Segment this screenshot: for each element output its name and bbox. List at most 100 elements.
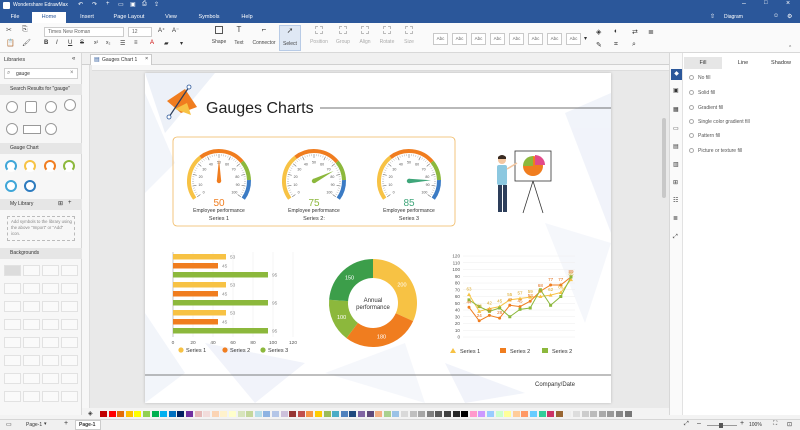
color-swatch[interactable] — [177, 411, 185, 417]
background-thumbnail[interactable] — [42, 337, 59, 348]
tab-shadow[interactable]: Shadow — [762, 57, 800, 69]
page-select[interactable]: Page-1 — [26, 422, 42, 428]
document-props-icon[interactable]: ▤ — [673, 143, 679, 150]
diagram-page[interactable]: Gauges Charts 01020304050607080901000102… — [145, 73, 611, 403]
tab-symbols[interactable]: Symbols — [192, 12, 226, 23]
background-thumbnail[interactable] — [23, 265, 40, 276]
document-tab[interactable]: ▤ Gauges Chart 1 × — [90, 54, 152, 65]
redo-icon[interactable]: ↷ — [92, 1, 97, 8]
color-swatch[interactable] — [573, 411, 580, 417]
picture-fill-radio[interactable] — [689, 148, 694, 153]
color-swatch[interactable] — [504, 411, 512, 417]
solid-fill-radio[interactable] — [689, 90, 694, 95]
vertical-scrollbar[interactable] — [662, 118, 666, 198]
backgrounds-header[interactable]: Backgrounds — [0, 248, 82, 259]
new-icon[interactable]: + — [106, 1, 110, 7]
color-swatch[interactable] — [289, 411, 297, 417]
style-preset-1[interactable]: Abc — [433, 33, 448, 45]
color-swatch[interactable] — [194, 411, 202, 417]
fullscreen-icon[interactable]: ⛶ — [773, 421, 777, 428]
gauge-chart-symbol-1[interactable] — [5, 160, 17, 172]
fill-icon[interactable]: ◈ — [596, 28, 601, 36]
fill-format-icon[interactable]: ◆ — [671, 69, 682, 80]
style-gallery-more-icon[interactable]: ▾ — [584, 35, 587, 42]
zoom-out-icon[interactable]: – — [697, 420, 701, 427]
background-thumbnail[interactable] — [61, 337, 78, 348]
color-swatch[interactable] — [280, 411, 288, 417]
clear-search-icon[interactable]: × — [70, 70, 74, 76]
tab-help[interactable]: Help — [234, 12, 260, 23]
underline-icon[interactable]: U — [68, 40, 72, 46]
color-swatch[interactable] — [418, 411, 426, 417]
close-tab-icon[interactable]: × — [145, 56, 148, 62]
fit-page-icon[interactable]: ⤢ — [684, 421, 689, 428]
add-library-icon[interactable]: + — [68, 200, 72, 206]
import-library-icon[interactable]: ⊞ — [58, 200, 63, 207]
solid-fill-option[interactable]: Solid fill — [698, 90, 715, 96]
find-icon[interactable]: ⌕ — [632, 41, 636, 49]
background-thumbnail[interactable] — [4, 319, 21, 330]
my-library-dropzone[interactable]: Add symbols to the library using the abo… — [7, 216, 75, 241]
color-swatch[interactable] — [452, 411, 460, 417]
color-swatch[interactable] — [607, 411, 615, 417]
color-swatch[interactable] — [168, 411, 176, 417]
background-thumbnail[interactable] — [4, 373, 21, 384]
color-swatch[interactable] — [254, 411, 262, 417]
no-fill-option[interactable]: No fill — [698, 75, 711, 81]
color-swatch[interactable] — [530, 411, 537, 417]
rotate-button[interactable]: Rotate — [376, 26, 398, 45]
tab-file[interactable]: File — [4, 12, 26, 23]
color-swatch[interactable] — [512, 411, 520, 417]
background-thumbnail[interactable] — [4, 355, 21, 366]
format-painter-icon[interactable]: 🖌 — [22, 39, 31, 47]
fill-color-icon[interactable]: ◈ — [88, 410, 93, 417]
background-thumbnail[interactable] — [4, 391, 21, 402]
tab-page-layout[interactable]: Page Layout — [108, 12, 150, 23]
image-icon[interactable]: ▦ — [673, 106, 679, 113]
gauge-chart-symbol-5[interactable] — [5, 180, 17, 192]
color-swatch[interactable] — [143, 411, 150, 417]
single-gradient-fill-option[interactable]: Single color gradient fill — [698, 119, 750, 125]
background-thumbnail[interactable] — [4, 265, 21, 276]
color-swatch[interactable] — [495, 411, 503, 417]
font-size-select[interactable]: 12 — [128, 27, 152, 37]
color-swatch[interactable] — [211, 411, 219, 417]
background-thumbnail[interactable] — [61, 283, 78, 294]
background-thumbnail[interactable] — [42, 283, 59, 294]
background-thumbnail[interactable] — [42, 391, 59, 402]
color-swatch[interactable] — [555, 411, 563, 417]
grow-font-icon[interactable]: A⁺ — [158, 27, 165, 34]
diagram-menu[interactable]: Diagram — [724, 14, 743, 20]
gauge-chart-symbol-4[interactable] — [63, 160, 75, 172]
color-swatch[interactable] — [616, 411, 623, 417]
background-thumbnail[interactable] — [4, 301, 21, 312]
color-swatch[interactable] — [564, 411, 572, 417]
background-thumbnail[interactable] — [61, 319, 78, 330]
tab-home[interactable]: Home — [32, 12, 66, 23]
ribbon-collapse-icon[interactable]: ⌃ — [788, 45, 792, 51]
color-swatch[interactable] — [366, 411, 374, 417]
color-swatch[interactable] — [220, 411, 228, 417]
size-button[interactable]: Size — [398, 26, 420, 45]
color-swatch[interactable] — [272, 411, 279, 417]
style-preset-7[interactable]: Abc — [547, 33, 562, 45]
undo-icon[interactable]: ↶ — [78, 1, 83, 8]
chart-icon[interactable]: ▥ — [673, 161, 679, 168]
properties-icon[interactable]: ▣ — [673, 87, 679, 94]
color-swatch[interactable] — [108, 411, 116, 417]
paste-icon[interactable]: 📋 — [6, 39, 15, 47]
position-button[interactable]: Position — [308, 26, 330, 45]
color-swatch[interactable] — [151, 411, 159, 417]
shadow-icon[interactable]: ◐ — [614, 28, 618, 35]
background-thumbnail[interactable] — [23, 283, 40, 294]
page-icon[interactable]: ▭ — [673, 125, 679, 132]
zoom-in-icon[interactable]: + — [740, 420, 744, 427]
minimize-icon[interactable]: – — [742, 0, 746, 7]
shrink-font-icon[interactable]: A⁻ — [172, 27, 179, 34]
tab-line[interactable]: Line — [724, 57, 762, 69]
color-swatch[interactable] — [521, 411, 529, 417]
search-result-gauge-3[interactable] — [45, 101, 57, 113]
background-thumbnail[interactable] — [61, 373, 78, 384]
table-icon[interactable]: ⊞ — [673, 179, 678, 186]
color-swatch[interactable] — [392, 411, 400, 417]
